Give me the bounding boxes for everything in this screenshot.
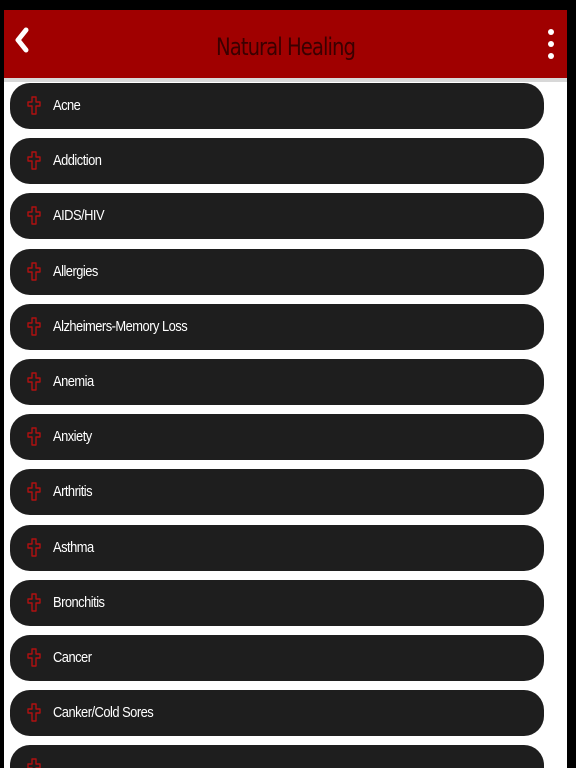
list-item[interactable]: Acne — [10, 83, 544, 129]
red-cross-outline-icon — [27, 538, 41, 557]
list-item-label: Alzheimers-Memory Loss — [53, 318, 188, 335]
list-item-label: Canker/Cold Sores — [53, 704, 154, 721]
list-item[interactable]: Arthritis — [10, 469, 544, 515]
page-title: Natural Healing — [216, 33, 356, 61]
chevron-left-icon — [15, 27, 29, 53]
list-item-label: Anxiety — [53, 428, 92, 445]
more-vertical-icon — [548, 29, 554, 59]
red-cross-outline-icon — [27, 703, 41, 722]
red-cross-outline-icon — [27, 427, 41, 446]
red-cross-outline-icon — [27, 593, 41, 612]
red-cross-outline-icon — [27, 482, 41, 501]
app-window: Acne Addiction AIDS/HIV Allergies Alzheimers… — [4, 10, 567, 768]
red-cross-outline-icon — [27, 151, 41, 170]
list-item[interactable]: Anemia — [10, 359, 544, 405]
red-cross-outline-icon — [27, 206, 41, 225]
list-item[interactable]: Cancer — [10, 635, 544, 681]
list-item-label: Allergies — [53, 263, 98, 280]
list-item-label: Acne — [53, 97, 81, 114]
header-divider — [4, 78, 567, 82]
list-item-label: Arthritis — [53, 483, 93, 500]
ailment-list: Acne Addiction AIDS/HIV Allergies Alzheimers… — [4, 10, 567, 768]
list-item[interactable]: Anxiety — [10, 414, 544, 460]
list-item-label: Bronchitis — [53, 594, 105, 611]
list-item[interactable]: Alzheimers-Memory Loss — [10, 304, 544, 350]
red-cross-outline-icon — [27, 96, 41, 115]
red-cross-outline-icon — [27, 372, 41, 391]
overflow-menu-button[interactable] — [539, 26, 563, 66]
list-item-label: Cancer — [53, 649, 92, 666]
list-item[interactable]: Canker/Cold Sores — [10, 690, 544, 736]
list-item[interactable]: Allergies — [10, 249, 544, 295]
list-item[interactable]: Asthma — [10, 525, 544, 571]
red-cross-outline-icon — [27, 317, 41, 336]
list-item-label: AIDS/HIV — [53, 207, 105, 224]
red-cross-outline-icon — [27, 758, 41, 768]
list-item[interactable] — [10, 745, 544, 768]
list-item[interactable]: AIDS/HIV — [10, 193, 544, 239]
list-item[interactable]: Addiction — [10, 138, 544, 184]
list-item[interactable]: Bronchitis — [10, 580, 544, 626]
list-item-label: Anemia — [53, 373, 94, 390]
screen: Acne Addiction AIDS/HIV Allergies Alzheimers… — [0, 0, 576, 768]
red-cross-outline-icon — [27, 262, 41, 281]
app-header: Natural Healing — [4, 10, 567, 78]
back-button[interactable] — [6, 22, 40, 62]
red-cross-outline-icon — [27, 648, 41, 667]
list-item-label: Asthma — [53, 539, 94, 556]
list-item-label: Addiction — [53, 152, 102, 169]
